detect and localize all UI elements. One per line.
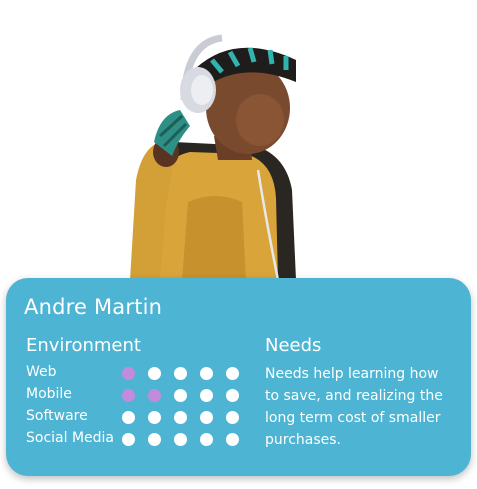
persona-photo: [126, 30, 296, 280]
rating-dot-empty: [148, 411, 161, 424]
environment-label: Web: [26, 364, 57, 380]
rating-dot-filled: [148, 389, 161, 402]
rating-dot-empty: [200, 389, 213, 402]
rating-dot-empty: [174, 389, 187, 402]
persona-name: Andre Martin: [24, 295, 163, 319]
rating-dot-empty: [200, 433, 213, 446]
rating-dot-empty: [200, 367, 213, 380]
needs-text: Needs help learning how to save, and rea…: [265, 366, 443, 448]
needs-heading: Needs: [265, 335, 322, 356]
rating-dot-filled: [122, 367, 135, 380]
persona-card: Andre Martin Environment Needs Web Mobil…: [6, 278, 471, 476]
environment-list: Web Mobile Software Social Media: [26, 363, 251, 451]
rating-dot-empty: [122, 433, 135, 446]
environment-row-software: Software: [26, 407, 251, 429]
rating-dot-empty: [226, 389, 239, 402]
rating-dot-empty: [148, 367, 161, 380]
rating-dot-empty: [174, 433, 187, 446]
rating-dot-empty: [226, 367, 239, 380]
environment-row-social-media: Social Media: [26, 429, 251, 451]
rating-dot-empty: [148, 433, 161, 446]
rating-dot-filled: [122, 389, 135, 402]
rating-dot-empty: [174, 411, 187, 424]
environment-row-web: Web: [26, 363, 251, 385]
rating-dot-empty: [174, 367, 187, 380]
rating-dot-empty: [226, 411, 239, 424]
environment-heading: Environment: [26, 335, 141, 356]
rating-dot-empty: [226, 433, 239, 446]
environment-label: Social Media: [26, 430, 115, 446]
rating-dot-empty: [200, 411, 213, 424]
environment-row-mobile: Mobile: [26, 385, 251, 407]
environment-label: Software: [26, 408, 88, 424]
rating-dot-empty: [122, 411, 135, 424]
environment-label: Mobile: [26, 386, 72, 402]
